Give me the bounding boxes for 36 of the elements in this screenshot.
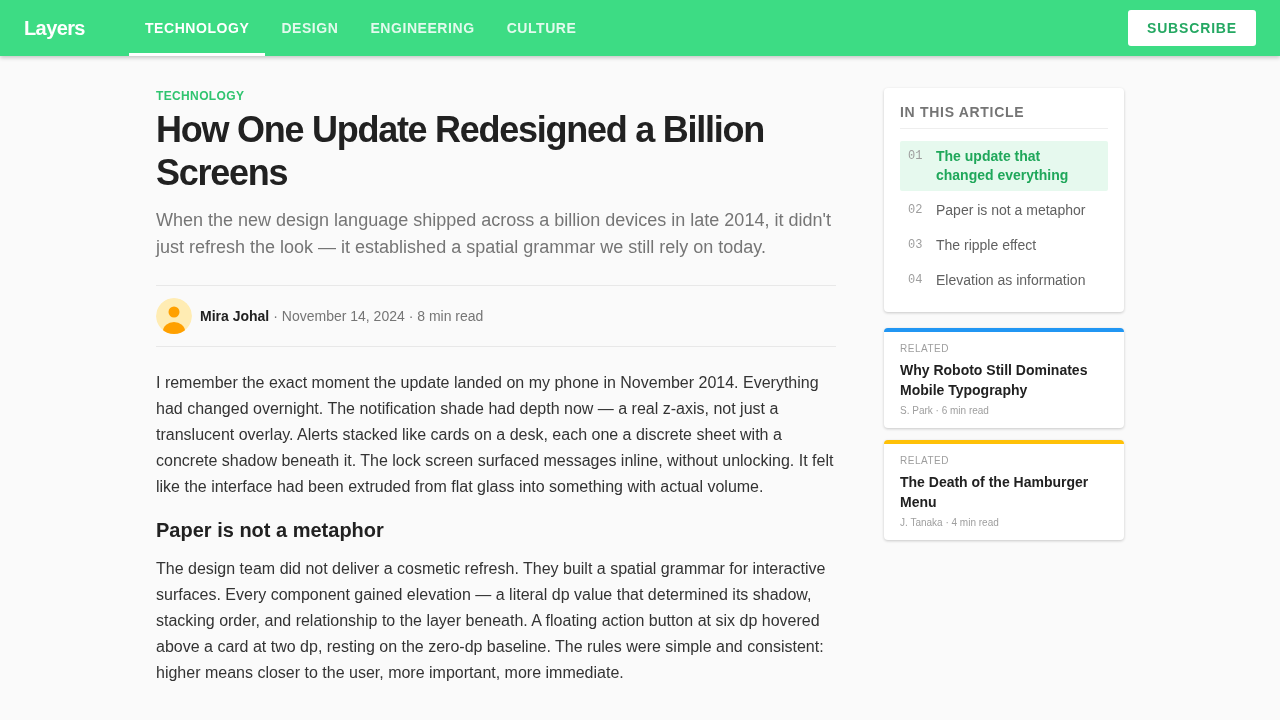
body-paragraph: I remember the exact moment the update landed on my phone in November 2014. Everything had changed overnight. The notification shade had depth now — a real z-axis, not just a translucent overlay. Alerts stacked like cards on a desk, each one a discrete sheet with a concrete shadow beneath it. The lock screen surfaced messages inline, without unlocking. It felt like the interface had been extruded from flat glass into something with actual volume. [156,373,835,497]
toc-number: 02 [908,202,924,219]
related-title: The Death of the Hamburger Menu [900,473,1090,512]
nav-tab[interactable]: CULTURE [490,0,593,56]
related-meta: J. Tanaka · 4 min read [900,516,1000,530]
toc-title: IN THIS ARTICLE [900,104,1108,129]
section-heading: Paper is not a metaphor [156,518,385,543]
nav-tab[interactable]: ENGINEERING [354,0,491,56]
nav-tab[interactable]: TECHNOLOGY [129,0,266,56]
toc-item[interactable]: 04 Elevation as information [900,265,1108,296]
toc-label: The update that changed everything [936,147,1070,185]
toc-number: 04 [908,272,924,289]
toc-item[interactable]: 02 Paper is not a metaphor [900,195,1108,226]
related-card[interactable]: RELATED Why Roboto Still Dominates Mobile Typography S. Park · 6 min read [884,328,1124,428]
article-lede: When the new design language shipped across a billion devices in late 2014, it didn't just refresh the look — it established a spatial grammar we still rely on today. [156,209,832,259]
article-title: How One Update Redesigned a Billion Screens [156,108,765,194]
category-label[interactable]: TECHNOLOGY [156,88,836,104]
related-title: Why Roboto Still Dominates Mobile Typography [900,361,1089,400]
toc-label: Paper is not a metaphor [936,201,1086,220]
article-meta: · November 14, 2024 · 8 min read [273,307,484,326]
toc-label: Elevation as information [936,271,1086,290]
toc-item[interactable]: 03 The ripple effect [900,230,1108,261]
related-label: RELATED [900,454,950,468]
nav-tab[interactable]: DESIGN [265,0,355,56]
body-paragraph: The design team did not deliver a cosmetic refresh. They built a spatial grammar for interactive surfaces. Every component gained elevation — a literal dp value that determined its shadow, stacking order, and relationship to the layer beneath. A floating action button at six dp hovered above a card at two dp, resting on the zero-dp baseline. The rules were simple and consistent: higher means closer to the user, more important, more immediate. [156,559,827,683]
author-name[interactable]: Mira Johal [200,306,270,326]
subscribe-button[interactable]: SUBSCRIBE [1128,10,1256,46]
toc-item[interactable]: 01 The update that changed everything [900,141,1108,191]
site-logo[interactable]: Layers [24,13,85,43]
toc-label: The ripple effect [936,236,1037,255]
avatar-icon [156,298,192,334]
related-label: RELATED [900,342,950,356]
related-meta: S. Park · 6 min read [900,404,990,418]
toc-number: 03 [908,237,924,254]
toc-number: 01 [908,148,924,165]
related-card[interactable]: RELATED The Death of the Hamburger Menu J. Tanaka · 4 min read [884,440,1124,540]
